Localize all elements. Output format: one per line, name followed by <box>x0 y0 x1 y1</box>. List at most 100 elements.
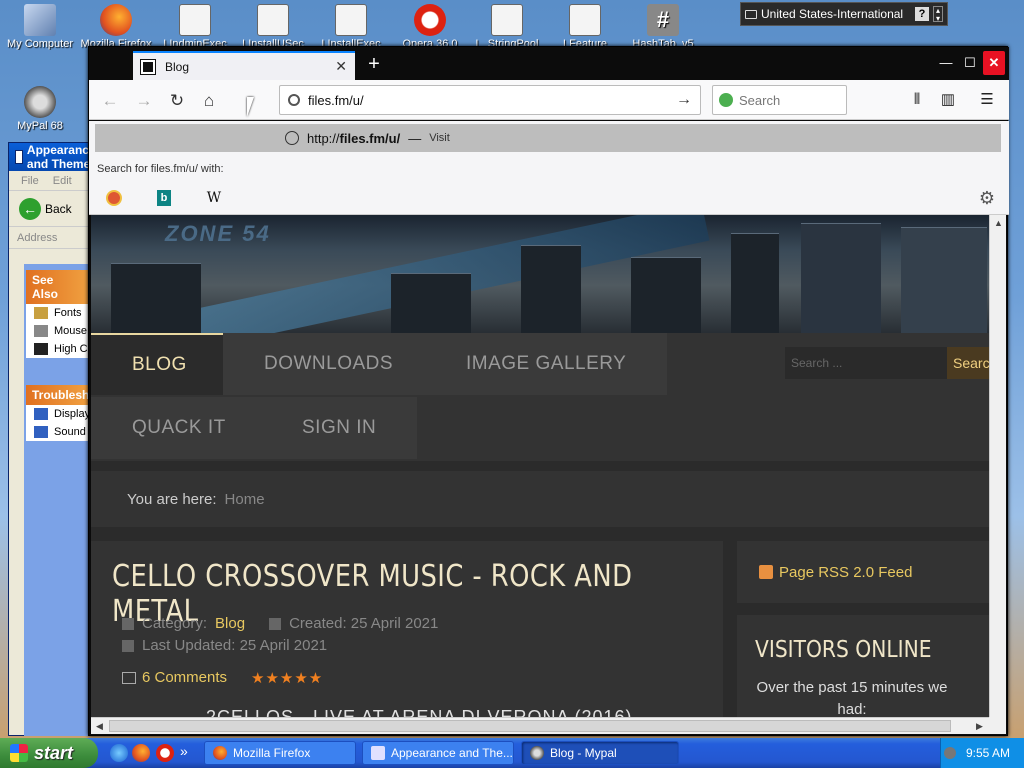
web-page: ZONE 54 BLOG DOWNLOADS IMAGE GALLERY QUA… <box>91 215 989 717</box>
go-arrow-icon[interactable]: → <box>676 91 692 109</box>
taskbar-mypal[interactable]: Blog - Mypal <box>521 741 679 765</box>
maximize-icon[interactable]: ☐ <box>959 51 981 75</box>
menu-file[interactable]: File <box>21 175 39 187</box>
windows-flag-icon <box>10 744 28 762</box>
search-bar[interactable]: Search <box>712 85 847 115</box>
calendar-icon <box>122 639 134 652</box>
forward-icon[interactable]: → <box>131 88 157 114</box>
comments-link[interactable]: 6 Comments <box>122 669 227 686</box>
article: CELLO CROSSOVER MUSIC - ROCK AND METAL C… <box>91 541 723 717</box>
reload-icon[interactable]: ↻ <box>164 88 190 114</box>
firefox-icon[interactable] <box>132 744 150 762</box>
minimize-icon[interactable]: — <box>935 51 957 75</box>
gear-icon[interactable]: ⚙ <box>979 188 995 209</box>
horizontal-scroll-thumb[interactable] <box>109 720 951 732</box>
see-also-header[interactable]: See Also <box>26 270 88 304</box>
back-icon[interactable]: ← <box>97 88 123 114</box>
back-arrow-icon[interactable]: ← <box>19 197 41 220</box>
desktop-icon-mypal[interactable]: MyPal 68 <box>0 86 80 132</box>
suggestion-dash: — <box>408 130 422 146</box>
firefox-icon <box>100 4 132 36</box>
nav-quack-it[interactable]: QUACK IT <box>91 397 267 459</box>
desktop-icon-linstallusec[interactable]: LInstallUSec <box>233 4 313 50</box>
search-for-label: Search for files.fm/u/ with: <box>97 163 224 175</box>
scroll-right-icon[interactable]: ▶ <box>971 718 988 735</box>
exe-icon <box>257 4 289 36</box>
close-tab-icon[interactable]: ✕ <box>335 58 347 75</box>
site-search-input[interactable]: Search ... <box>785 347 947 379</box>
see-also-panel: See Also Fonts Mouse Pointers High Contr… <box>26 270 88 358</box>
library-icon[interactable]: ⫴ <box>905 88 929 112</box>
breadcrumb-home[interactable]: Home <box>225 491 265 508</box>
desktop-icon-linstallexec[interactable]: LInstallExec <box>311 4 391 50</box>
desktop-icon-stringpool[interactable]: L_StringPool <box>467 4 547 50</box>
start-button[interactable]: start <box>0 738 98 768</box>
desktop-icon-firefox[interactable]: Mozilla Firefox <box>76 4 156 50</box>
troubleshooters-panel: Troubleshooters Display Sound <box>26 385 126 441</box>
scroll-up-icon[interactable]: ▲ <box>990 215 1007 232</box>
search-input[interactable]: Search <box>739 93 780 108</box>
new-tab-icon[interactable]: + <box>363 53 385 76</box>
explorer-titlebar[interactable]: Appearance and Themes <box>9 143 97 171</box>
troubleshooters-header[interactable]: Troubleshooters <box>26 385 126 405</box>
nav-downloads[interactable]: DOWNLOADS <box>223 333 435 395</box>
horizontal-scrollbar[interactable]: ◀ ▶ <box>91 717 989 734</box>
menu-icon[interactable]: ☰ <box>975 88 999 112</box>
desktop-icon-my-computer[interactable]: My Computer <box>0 4 80 50</box>
explorer-toolbar: ← Back <box>9 191 97 227</box>
explorer-address-bar[interactable]: Address <box>9 227 97 249</box>
quicklaunch-more-icon[interactable]: » <box>180 743 188 759</box>
desktop-icon-opera[interactable]: Opera 36.0 <box>390 4 470 50</box>
clock[interactable]: 9:55 AM <box>966 746 1010 760</box>
taskbar-appearance[interactable]: Appearance and The... <box>362 741 514 765</box>
see-also-fonts[interactable]: Fonts <box>26 304 88 322</box>
fonts-icon <box>34 307 48 319</box>
nav-sign-in[interactable]: SIGN IN <box>261 397 418 459</box>
see-also-mouse[interactable]: Mouse Pointers <box>26 322 88 340</box>
troubleshoot-display[interactable]: Display <box>26 405 88 423</box>
troubleshoot-sound[interactable]: Sound <box>26 423 88 441</box>
engine-wikipedia[interactable]: W <box>189 184 239 212</box>
bing-icon: b <box>157 190 171 206</box>
mouse-cursor-icon <box>247 97 254 117</box>
category-link[interactable]: Blog <box>215 615 245 632</box>
search-engines-row: b W ⚙ <box>89 183 1009 213</box>
desktop-icon-lfeature[interactable]: LFeature <box>545 4 625 50</box>
taskbar-firefox[interactable]: Mozilla Firefox <box>204 741 356 765</box>
vertical-scrollbar[interactable]: ▲ <box>989 215 1006 717</box>
desktop-icon-lindminexec[interactable]: LIndminExec <box>155 4 235 50</box>
close-window-icon[interactable]: ✕ <box>983 51 1005 75</box>
language-menu-icon[interactable]: ▴ ▾ <box>933 6 943 23</box>
desktop-icon-hashtab[interactable]: # HashTab_v5 <box>623 4 703 50</box>
mouse-icon <box>34 325 48 337</box>
url-input[interactable]: files.fm/u/ <box>308 93 364 108</box>
globe-icon <box>285 131 299 145</box>
article-updated: Last Updated: 25 April 2021 <box>142 637 328 654</box>
language-bar[interactable]: United States-International ? ▴ ▾ <box>740 2 948 26</box>
home-icon[interactable]: ⌂ <box>196 88 222 114</box>
site-search-button[interactable]: Search <box>947 347 989 379</box>
exe-icon <box>491 4 523 36</box>
volume-icon[interactable] <box>943 747 956 759</box>
opera-icon[interactable] <box>156 744 174 762</box>
tab-blog[interactable]: Blog ✕ <box>133 51 355 80</box>
nav-blog[interactable]: BLOG <box>91 333 228 395</box>
internet-explorer-icon[interactable] <box>110 744 128 762</box>
suggestion-row[interactable]: http://files.fm/u/ — Visit <box>95 124 1001 152</box>
mypal-icon <box>24 86 56 118</box>
rss-feed-link[interactable]: Page RSS 2.0 Feed <box>737 541 989 603</box>
engine-bing[interactable]: b <box>139 184 189 212</box>
back-button[interactable]: Back <box>45 202 72 216</box>
help-icon <box>34 408 48 420</box>
scroll-left-icon[interactable]: ◀ <box>91 718 108 735</box>
menu-edit[interactable]: Edit <box>53 175 72 187</box>
engine-duckduckgo[interactable] <box>89 184 139 212</box>
rating-stars[interactable]: ★★★★★ <box>251 669 323 687</box>
nav-image-gallery[interactable]: IMAGE GALLERY <box>425 333 668 395</box>
site-logo[interactable]: ZONE 54 <box>165 221 271 247</box>
see-also-high-contrast[interactable]: High Contrast <box>26 340 88 358</box>
help-icon[interactable]: ? <box>915 7 929 21</box>
exe-icon <box>569 4 601 36</box>
url-bar[interactable]: files.fm/u/ → <box>279 85 701 115</box>
sidebar-icon[interactable]: ▥ <box>936 88 960 112</box>
